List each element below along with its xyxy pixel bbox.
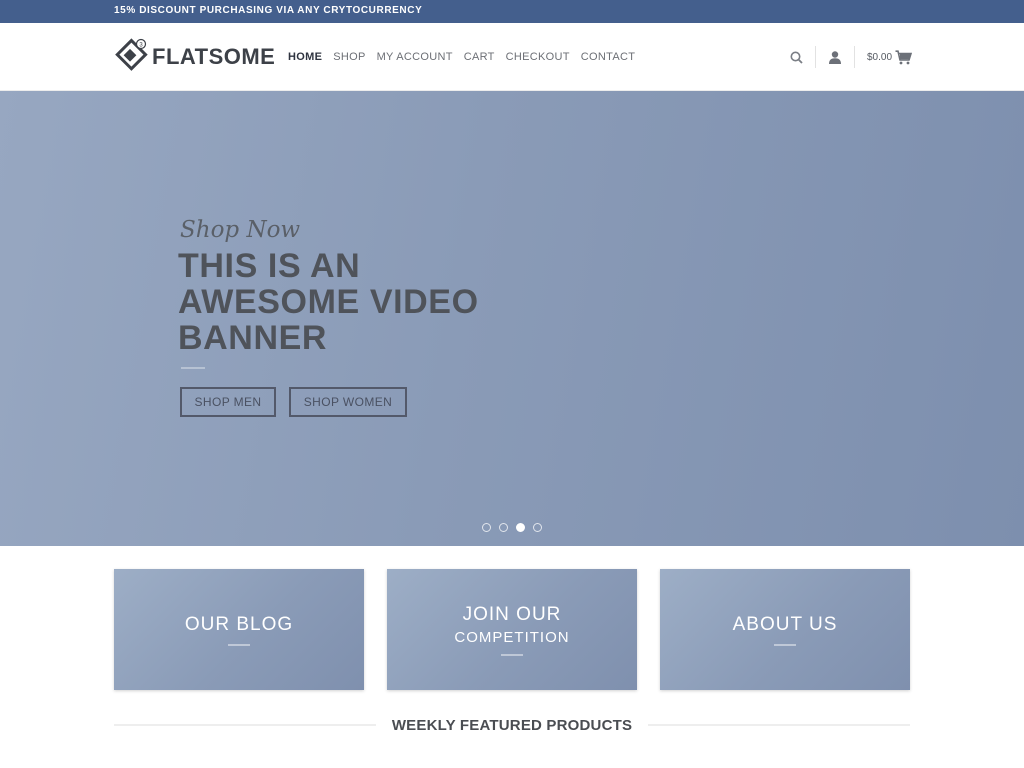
tile-about-us[interactable]: ABOUT US [660, 569, 910, 690]
nav-cart[interactable]: CART [464, 51, 495, 63]
user-icon[interactable] [828, 50, 842, 64]
slider-dot-active[interactable] [516, 523, 525, 532]
header-divider [815, 46, 816, 68]
tile-subtitle: COMPETITION [454, 628, 570, 646]
tile-divider [774, 643, 796, 646]
hero-title-line: THIS IS AN [178, 247, 361, 285]
cart-total[interactable]: $0.00 [867, 52, 892, 63]
nav-checkout[interactable]: CHECKOUT [506, 51, 570, 63]
hero-title-line: BANNER [178, 319, 328, 357]
promo-text: 15% DISCOUNT PURCHASING VIA ANY CRYTOCUR… [114, 5, 423, 16]
nav-shop[interactable]: SHOP [333, 51, 365, 63]
shop-men-button[interactable]: SHOP MEN [180, 387, 276, 417]
nav-my-account[interactable]: MY ACCOUNT [377, 51, 453, 63]
tile-title: JOIN OUR [462, 603, 562, 625]
hero-title: THIS IS AN AWESOME VIDEO BANNER [178, 248, 538, 356]
promo-bar: 15% DISCOUNT PURCHASING VIA ANY CRYTOCUR… [0, 0, 1024, 23]
hero-banner: Shop Now THIS IS AN AWESOME VIDEO BANNER… [0, 91, 1024, 546]
shop-women-button[interactable]: SHOP WOMEN [289, 387, 407, 417]
tile-divider [501, 653, 523, 656]
hero-script-text: Shop Now [180, 217, 301, 243]
logo-mark-icon: 3 [114, 37, 148, 77]
logo-text: FLATSOME [152, 44, 276, 69]
site-header: 3 FLATSOME HOME SHOP MY ACCOUNT CART CHE… [0, 23, 1024, 91]
slider-dots [482, 523, 542, 532]
search-icon[interactable] [790, 51, 803, 64]
logo[interactable]: 3 FLATSOME [114, 37, 276, 77]
hero-divider [181, 367, 205, 369]
nav-contact[interactable]: CONTACT [581, 51, 635, 63]
tile-divider [228, 643, 250, 646]
section-divider [114, 724, 376, 726]
slider-dot[interactable] [482, 523, 491, 532]
nav-home[interactable]: HOME [288, 51, 322, 63]
section-title: WEEKLY FEATURED PRODUCTS [391, 716, 633, 734]
slider-dot[interactable] [499, 523, 508, 532]
tile-title: OUR BLOG [184, 613, 294, 635]
tile-our-blog[interactable]: OUR BLOG [114, 569, 364, 690]
main-nav: HOME SHOP MY ACCOUNT CART CHECKOUT CONTA… [288, 51, 646, 63]
hero-title-line: AWESOME VIDEO [178, 283, 479, 321]
header-actions: $0.00 [790, 46, 913, 68]
cart-icon[interactable] [895, 49, 913, 65]
header-divider [854, 46, 855, 68]
tile-join-competition[interactable]: JOIN OUR COMPETITION [387, 569, 637, 690]
tile-title: ABOUT US [732, 613, 838, 635]
featured-products-heading: WEEKLY FEATURED PRODUCTS [114, 714, 911, 736]
section-divider [648, 724, 911, 726]
slider-dot[interactable] [533, 523, 542, 532]
